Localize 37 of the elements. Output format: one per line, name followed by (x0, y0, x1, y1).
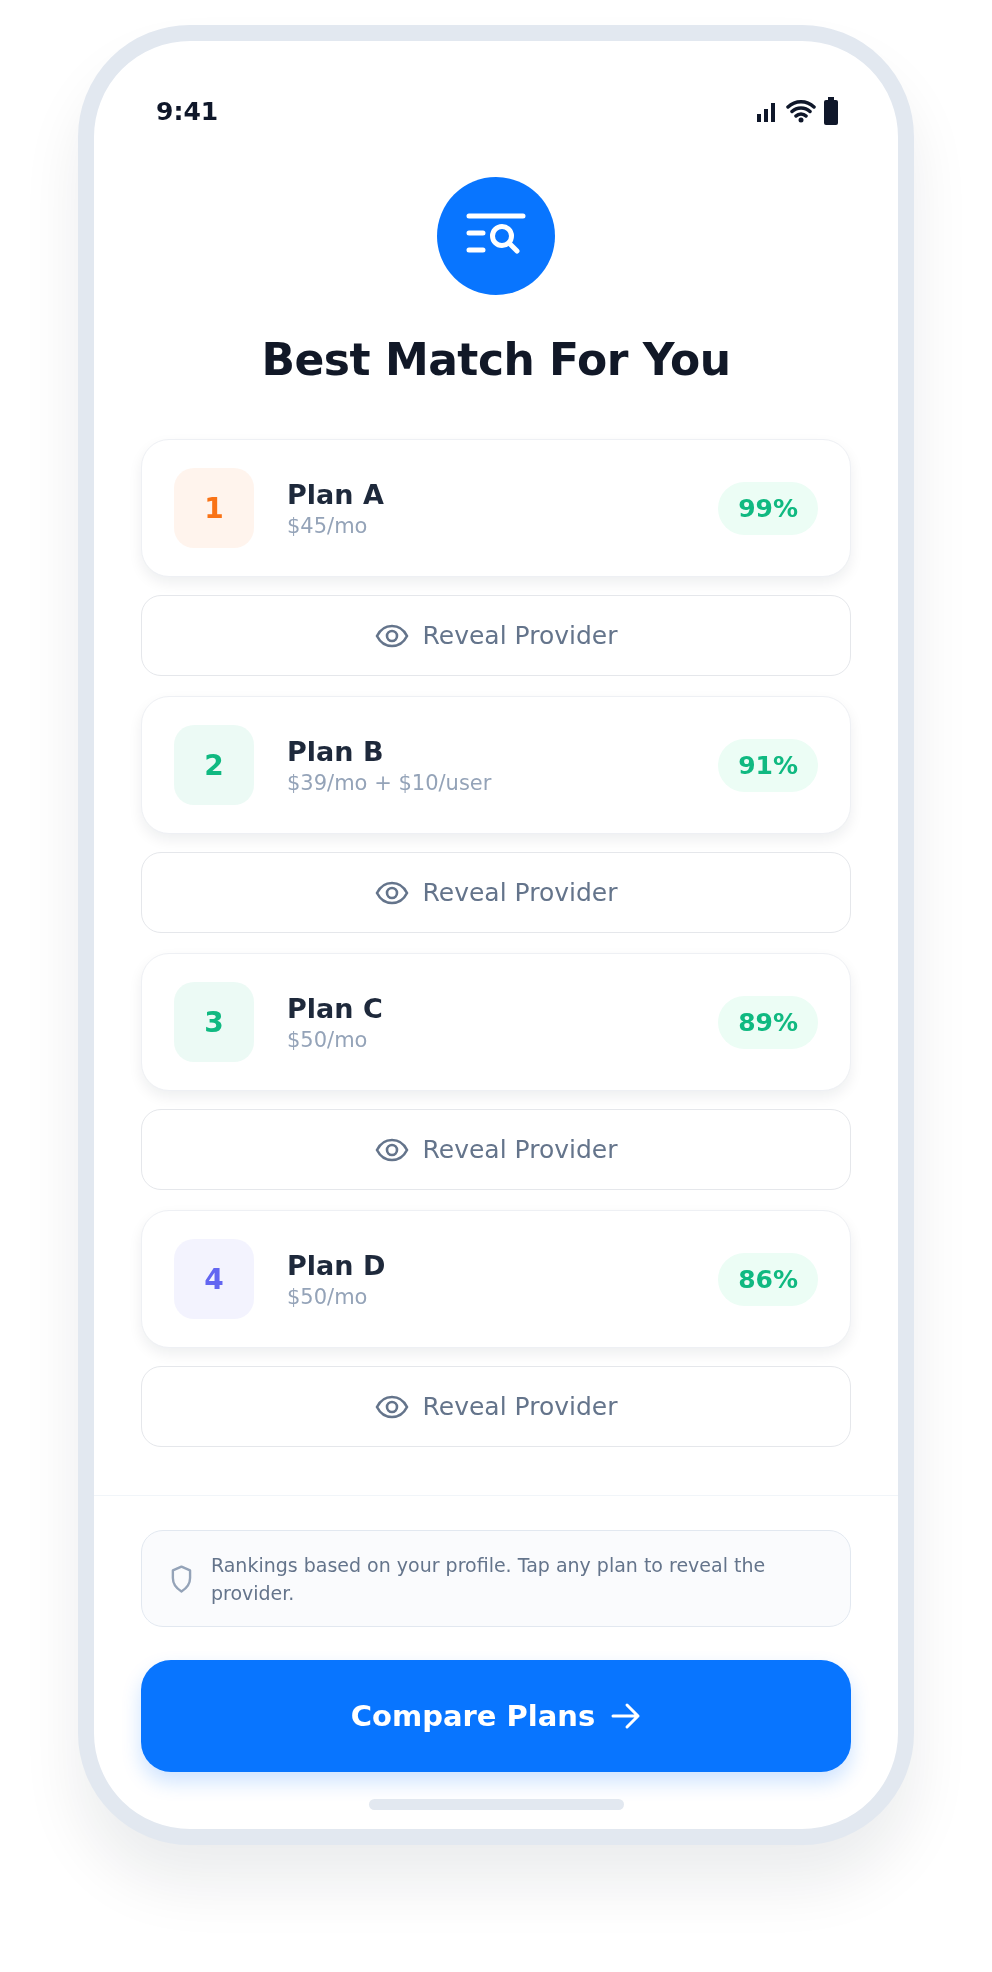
rank-badge: 1 (174, 468, 254, 548)
rank-badge: 4 (174, 1239, 254, 1319)
reveal-provider-button[interactable]: Reveal Provider (141, 852, 851, 933)
note-text: Rankings based on your profile. Tap any plan to reveal the provider. (210, 1552, 767, 1606)
plan-card[interactable]: 4 Plan D $50/mo 86% (141, 1210, 851, 1348)
match-score: 99% (718, 481, 818, 535)
shield-icon (170, 1563, 193, 1594)
plan-card[interactable]: 3 Plan C $50/mo 89% (141, 953, 851, 1091)
match-score: 89% (718, 995, 818, 1049)
eye-icon (374, 880, 409, 905)
plan-name: Plan C (287, 992, 384, 1024)
compare-plans-button[interactable]: Compare Plans (141, 1660, 851, 1772)
plan-name: Plan A (287, 478, 385, 510)
plan-price: $50/mo (287, 1027, 369, 1052)
battery-icon (824, 97, 838, 125)
rank-badge: 3 (174, 982, 254, 1062)
page-title: Best Match For You (261, 333, 731, 387)
status-time: 9:41 (156, 96, 219, 126)
reveal-provider-button[interactable]: Reveal Provider (141, 1366, 851, 1447)
reveal-provider-button[interactable]: Reveal Provider (141, 1109, 851, 1190)
reveal-provider-button[interactable]: Reveal Provider (141, 595, 851, 676)
wifi-icon (786, 99, 816, 123)
plan-price: $45/mo (287, 513, 369, 538)
arrow-right-icon (611, 1702, 642, 1730)
plan-name: Plan D (287, 1249, 387, 1281)
plan-card[interactable]: 2 Plan B $39/mo + $10/user 91% (141, 696, 851, 834)
eye-icon (374, 1394, 409, 1419)
plan-price: $39/mo + $10/user (287, 770, 493, 795)
plan-card[interactable]: 1 Plan A $45/mo 99% (141, 439, 851, 577)
plan-name: Plan B (287, 735, 385, 767)
signal-icon (756, 100, 778, 122)
eye-icon (374, 623, 409, 648)
eye-icon (374, 1137, 409, 1162)
plan-price: $50/mo (287, 1284, 369, 1309)
match-score: 86% (718, 1252, 818, 1306)
match-score: 91% (718, 738, 818, 792)
rank-badge: 2 (174, 725, 254, 805)
